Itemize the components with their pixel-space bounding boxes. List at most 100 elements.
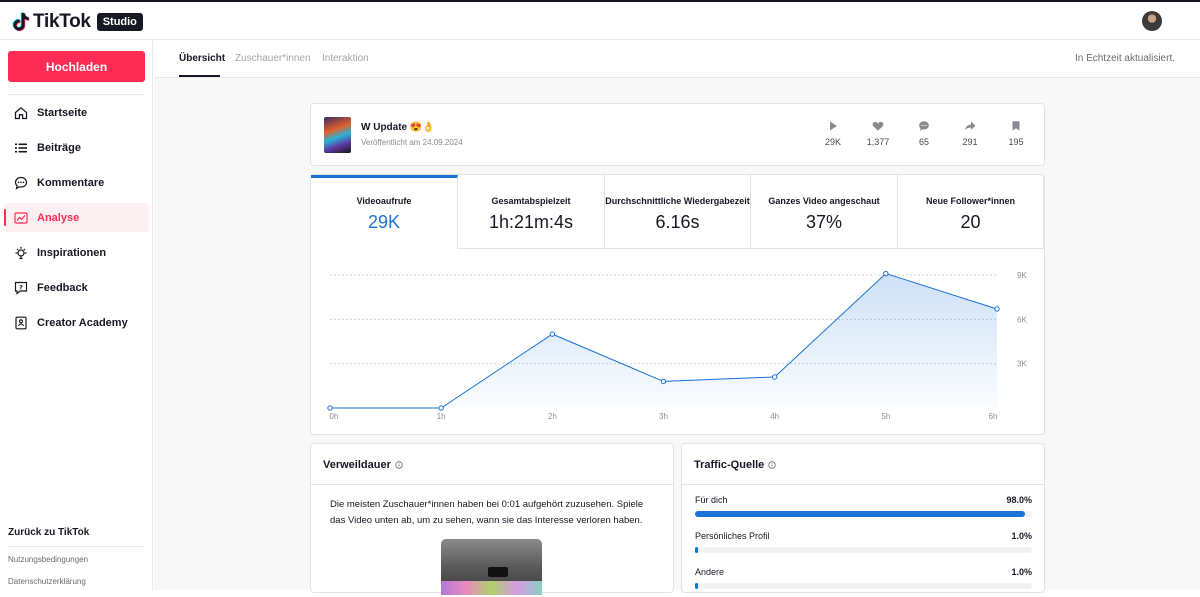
y-tick-label: 6K	[1017, 315, 1027, 324]
comment-icon	[919, 121, 929, 131]
active-tab-indicator	[179, 75, 220, 77]
tab-zuschauer[interactable]: Zuschauer*innen	[235, 53, 311, 64]
sidebar: Hochladen Startseite Beiträge Kommentare…	[0, 40, 153, 590]
video-publish-date: Veröffentlicht am 24.09.2024	[361, 138, 463, 147]
svg-text:?: ?	[19, 283, 23, 291]
preview-lights	[441, 581, 542, 595]
dwell-video-preview[interactable]	[441, 539, 542, 595]
info-icon[interactable]	[395, 461, 403, 469]
sidebar-item-label: Analyse	[37, 211, 80, 224]
main-content: Übersicht Zuschauer*innen Interaktion In…	[154, 40, 1200, 595]
traffic-row-andere: Andere 1.0%	[695, 567, 1032, 597]
data-point[interactable]	[660, 378, 667, 385]
tab-interaktion[interactable]: Interaktion	[322, 53, 369, 64]
camera-shape	[488, 567, 508, 577]
heart-icon	[872, 121, 884, 131]
sidebar-item-feedback[interactable]: ? Feedback	[4, 273, 149, 302]
data-point[interactable]	[994, 306, 1000, 312]
tiktok-studio-logo[interactable]: TikTok Studio	[12, 11, 143, 33]
sidebar-item-beitraege[interactable]: Beiträge	[4, 133, 149, 162]
traffic-bar	[695, 511, 1032, 517]
privacy-link[interactable]: Datenschutzerklärung	[8, 577, 86, 586]
y-tick-label: 9K	[1017, 271, 1027, 280]
x-tick-label: 5h	[881, 412, 890, 421]
terms-link[interactable]: Nutzungsbedingungen	[8, 555, 88, 564]
bookmark-icon	[1012, 121, 1020, 131]
shares-stat: 291	[955, 120, 985, 147]
info-icon[interactable]	[768, 461, 776, 469]
video-thumbnail[interactable]	[324, 117, 351, 153]
sidebar-item-inspirationen[interactable]: Inspirationen	[4, 238, 149, 267]
upload-button[interactable]: Hochladen	[8, 51, 145, 82]
home-icon	[14, 106, 28, 120]
studio-badge: Studio	[96, 13, 143, 31]
card-divider	[682, 484, 1044, 485]
traffic-value: 1.0%	[1011, 567, 1032, 577]
data-point[interactable]	[549, 331, 556, 337]
traffic-bar	[695, 547, 1032, 553]
traffic-bar-fill	[695, 547, 699, 553]
dwell-description: Die meisten Zuschauer*innen haben bei 0:…	[330, 499, 644, 526]
traffic-source-card: Traffic-Quelle Für dich 98.0% Persönlich…	[681, 443, 1045, 593]
views-count: 29K	[824, 137, 841, 147]
saves-count: 195	[1008, 137, 1024, 147]
avatar[interactable]	[1142, 11, 1162, 31]
lightbulb-icon	[14, 246, 28, 260]
traffic-row-fuer-dich: Für dich 98.0%	[695, 495, 1032, 525]
sidebar-divider	[8, 94, 145, 95]
dwell-time-card: Verweildauer Die meisten Zuschauer*innen…	[310, 443, 674, 595]
sidebar-item-label: Beiträge	[37, 141, 82, 154]
sidebar-item-label: Startseite	[37, 106, 88, 119]
traffic-bar-fill	[695, 511, 1026, 517]
traffic-label: Für dich	[695, 495, 728, 505]
traffic-bar	[695, 583, 1032, 589]
sidebar-item-label: Inspirationen	[37, 246, 107, 259]
sidebar-item-creator-academy[interactable]: Creator Academy	[4, 308, 149, 337]
data-point[interactable]	[771, 374, 778, 380]
traffic-label: Andere	[695, 567, 725, 577]
sidebar-item-label: Creator Academy	[37, 316, 128, 329]
logo-text: TikTok	[33, 11, 91, 32]
play-icon	[830, 121, 837, 131]
realtime-note: In Echtzeit aktualisiert.	[1074, 53, 1175, 64]
share-icon	[965, 121, 976, 131]
sidebar-nav: Startseite Beiträge Kommentare Analyse I…	[4, 98, 149, 343]
y-tick-label: 3K	[1017, 360, 1027, 369]
saves-stat: 195	[1001, 120, 1031, 147]
x-tick-label: 3h	[659, 412, 668, 421]
sidebar-item-kommentare[interactable]: Kommentare	[4, 168, 149, 197]
sidebar-item-startseite[interactable]: Startseite	[4, 98, 149, 127]
traffic-row-profil: Persönliches Profil 1.0%	[695, 531, 1032, 561]
video-summary-card: W Update 😍👌 Veröffentlicht am 24.09.2024…	[310, 103, 1045, 166]
academy-icon	[14, 316, 28, 330]
feedback-icon: ?	[14, 281, 28, 295]
back-to-tiktok-link[interactable]: Zurück zu TikTok	[8, 527, 89, 538]
series-area	[330, 273, 997, 408]
x-tick-label: 6h	[989, 412, 998, 421]
metrics-chart-card: Videoaufrufe 29K Gesamtabspielzeit 1h:21…	[310, 174, 1045, 435]
dwell-title: Verweildauer	[323, 459, 403, 471]
x-tick-label: 1h	[437, 412, 446, 421]
card-divider	[311, 484, 673, 485]
data-point[interactable]	[327, 405, 333, 411]
views-chart: 9K 6K 3K 0h 1h 2h 3h 4h 5h 6h	[327, 270, 1027, 421]
shares-count: 291	[962, 137, 978, 147]
video-title: W Update 😍👌	[361, 122, 435, 133]
list-icon	[14, 141, 28, 155]
sidebar-item-analyse[interactable]: Analyse	[4, 203, 149, 232]
comments-count: 65	[918, 137, 929, 147]
x-tick-label: 0h	[330, 412, 339, 421]
traffic-value: 98.0%	[1006, 495, 1032, 505]
tab-uebersicht[interactable]: Übersicht	[179, 53, 225, 64]
likes-stat: 1,377	[863, 120, 893, 147]
comments-stat: 65	[909, 120, 939, 147]
traffic-value: 1.0%	[1011, 531, 1032, 541]
analytics-icon	[14, 211, 28, 225]
sidebar-divider	[8, 546, 145, 547]
tiktok-logo-icon	[12, 12, 30, 32]
data-point[interactable]	[883, 270, 889, 277]
card-title-text: Verweildauer	[323, 459, 391, 471]
card-title-text: Traffic-Quelle	[694, 459, 765, 471]
top-bar: TikTok Studio	[0, 0, 1200, 40]
data-point[interactable]	[438, 405, 444, 411]
